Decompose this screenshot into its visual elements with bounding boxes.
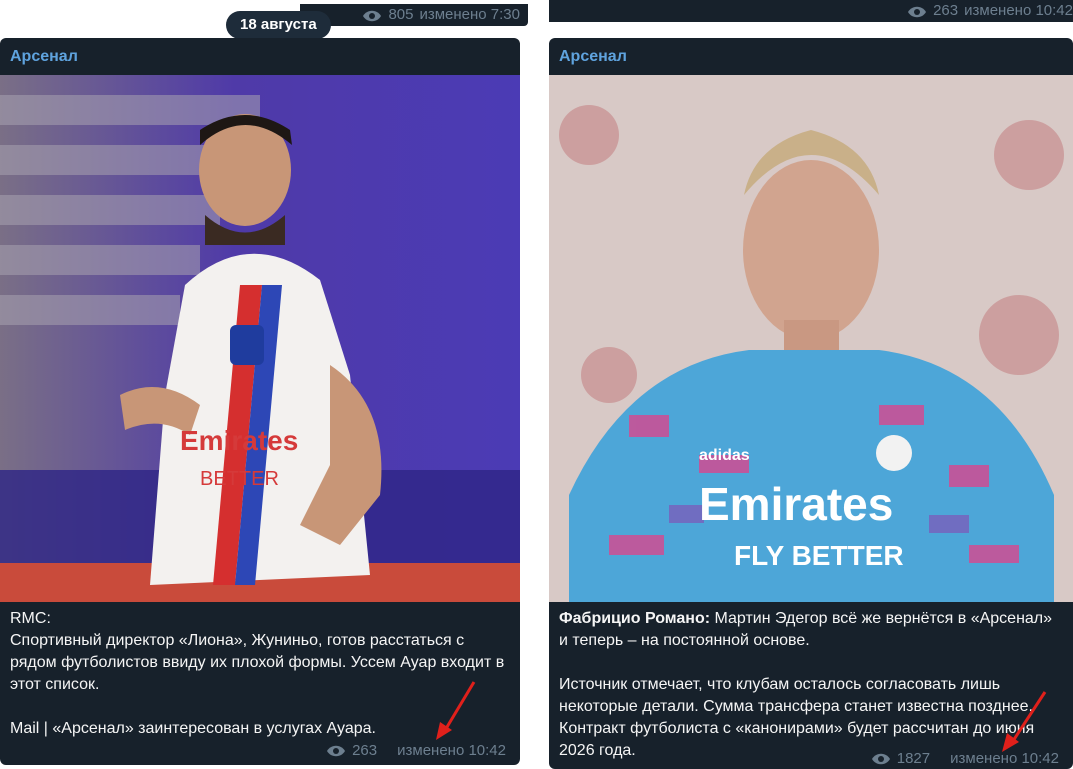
- prev-status-right: изменено 10:42: [964, 2, 1073, 19]
- svg-text:FLY BETTER: FLY BETTER: [734, 540, 904, 571]
- post-author: Фабрицио Романо:: [559, 610, 711, 627]
- red-arrow-icon: [436, 681, 476, 740]
- red-arrow-icon: [1002, 691, 1047, 752]
- prev-message-meta-right: 263 изменено 10:42: [549, 0, 1073, 22]
- eye-icon: [362, 8, 382, 22]
- svg-text:adidas: adidas: [699, 447, 750, 464]
- svg-text:Emirates: Emirates: [180, 425, 298, 456]
- svg-text:BETTER: BETTER: [200, 468, 279, 490]
- channel-name[interactable]: Арсенал: [559, 48, 627, 66]
- post-photo[interactable]: Emirates FLY BETTER adidas: [549, 75, 1073, 602]
- post-text: Фабрицио Романо: Мартин Эдегор всё же ве…: [559, 608, 1061, 762]
- post-body-2: Источник отмечает, что клубам осталось с…: [559, 676, 1035, 759]
- eye-icon: [871, 752, 891, 766]
- prev-message-meta-left: 805 изменено 7:30: [300, 4, 528, 26]
- prev-views-left: 805: [388, 6, 414, 23]
- post-source: RMC:: [10, 610, 51, 627]
- eye-icon: [907, 4, 927, 18]
- channel-post-right[interactable]: Арсенал Emirates FLY BETTER adidas Фабри…: [549, 38, 1073, 769]
- edited-status: изменено 10:42: [397, 742, 506, 759]
- view-count: 263: [352, 742, 378, 759]
- channel-name[interactable]: Арсенал: [10, 48, 78, 66]
- post-link-line: Mail | «Арсенал» заинтересован в услугах…: [10, 720, 376, 737]
- prev-views-right: 263: [933, 2, 959, 19]
- eye-icon: [326, 744, 346, 758]
- date-separator: 18 августа: [226, 11, 331, 39]
- prev-status-left: изменено 7:30: [419, 6, 520, 23]
- channel-post-left[interactable]: Арсенал Emirates BETTER RMC: Спортивный …: [0, 38, 520, 765]
- svg-text:Emirates: Emirates: [699, 478, 893, 530]
- post-meta: 263 изменено 10:42: [326, 742, 506, 759]
- view-count: 1827: [896, 750, 931, 767]
- post-photo[interactable]: Emirates BETTER: [0, 75, 520, 602]
